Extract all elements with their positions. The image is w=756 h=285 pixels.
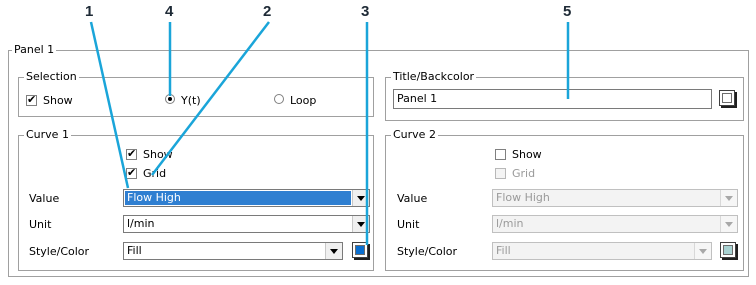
selection-show-checkbox[interactable] [26, 93, 37, 107]
curve2-style-label: Style/Color [397, 245, 458, 258]
callout-number-3: 3 [361, 3, 370, 20]
curve1-legend: Curve 1 [24, 128, 71, 141]
curve1-style-dropdown-icon[interactable] [325, 243, 342, 259]
curve2-unit-label: Unit [397, 218, 420, 231]
curve1-style-select[interactable]: Fill [123, 242, 343, 260]
curve2-value-dropdown-icon[interactable] [720, 190, 737, 206]
curve2-show-checkbox[interactable] [495, 149, 506, 160]
callout-number-4: 4 [165, 3, 174, 20]
panel-title: Panel 1 [12, 43, 57, 56]
curve2-unit-select[interactable]: l/min [492, 215, 738, 233]
callout-number-2: 2 [263, 3, 272, 20]
curve1-unit-select[interactable]: l/min [123, 215, 370, 233]
curve2-show-label: Show [512, 148, 542, 161]
selection-legend: Selection [24, 70, 79, 83]
curve1-style-selected: Fill [127, 244, 142, 257]
backcolor-button[interactable] [719, 90, 735, 106]
curve1-unit-dropdown-icon[interactable] [352, 216, 369, 232]
curve1-grid-checkbox[interactable] [126, 166, 137, 180]
curve1-style-label: Style/Color [29, 245, 90, 258]
curve2-style-dropdown-icon[interactable] [694, 243, 711, 259]
curve2-style-selected: Fill [496, 244, 511, 257]
curve1-show-label: Show [143, 148, 173, 161]
radio-yt[interactable] [165, 94, 175, 104]
curve2-grid-label: Grid [512, 167, 536, 180]
curve2-legend: Curve 2 [391, 128, 438, 141]
curve1-color-swatch [355, 245, 365, 255]
radio-yt-label: Y(t) [181, 94, 201, 107]
selection-show-label: Show [43, 94, 73, 107]
curve1-unit-label: Unit [29, 218, 52, 231]
curve2-value-select[interactable]: Flow High [492, 189, 738, 207]
curve1-show-checkbox[interactable] [126, 147, 137, 161]
curve2-style-select[interactable]: Fill [492, 242, 712, 260]
curve1-value-selected: Flow High [125, 191, 351, 205]
radio-loop[interactable] [274, 94, 284, 104]
backcolor-swatch [722, 93, 732, 103]
curve2-unit-selected: l/min [496, 217, 524, 230]
curve2-color-button[interactable] [720, 242, 736, 258]
curve2-grid-checkbox[interactable] [495, 168, 506, 179]
curve1-unit-selected: l/min [127, 217, 155, 230]
curve1-grid-label: Grid [143, 167, 167, 180]
panel-title-input-value: Panel 1 [397, 92, 438, 105]
curve1-color-button[interactable] [352, 242, 368, 258]
curve2-color-swatch [723, 245, 733, 255]
curve2-value-label: Value [397, 192, 428, 205]
curve1-value-label: Value [29, 192, 60, 205]
curve2-value-selected: Flow High [496, 191, 550, 204]
curve1-value-select[interactable]: Flow High [123, 189, 370, 207]
radio-loop-label: Loop [290, 94, 317, 107]
panel-title-input[interactable]: Panel 1 [393, 89, 712, 109]
callout-number-5: 5 [563, 3, 572, 20]
title-backcolor-legend: Title/Backcolor [391, 70, 477, 83]
curve2-unit-dropdown-icon[interactable] [720, 216, 737, 232]
curve1-value-dropdown-icon[interactable] [352, 190, 369, 206]
callout-number-1: 1 [85, 3, 94, 20]
